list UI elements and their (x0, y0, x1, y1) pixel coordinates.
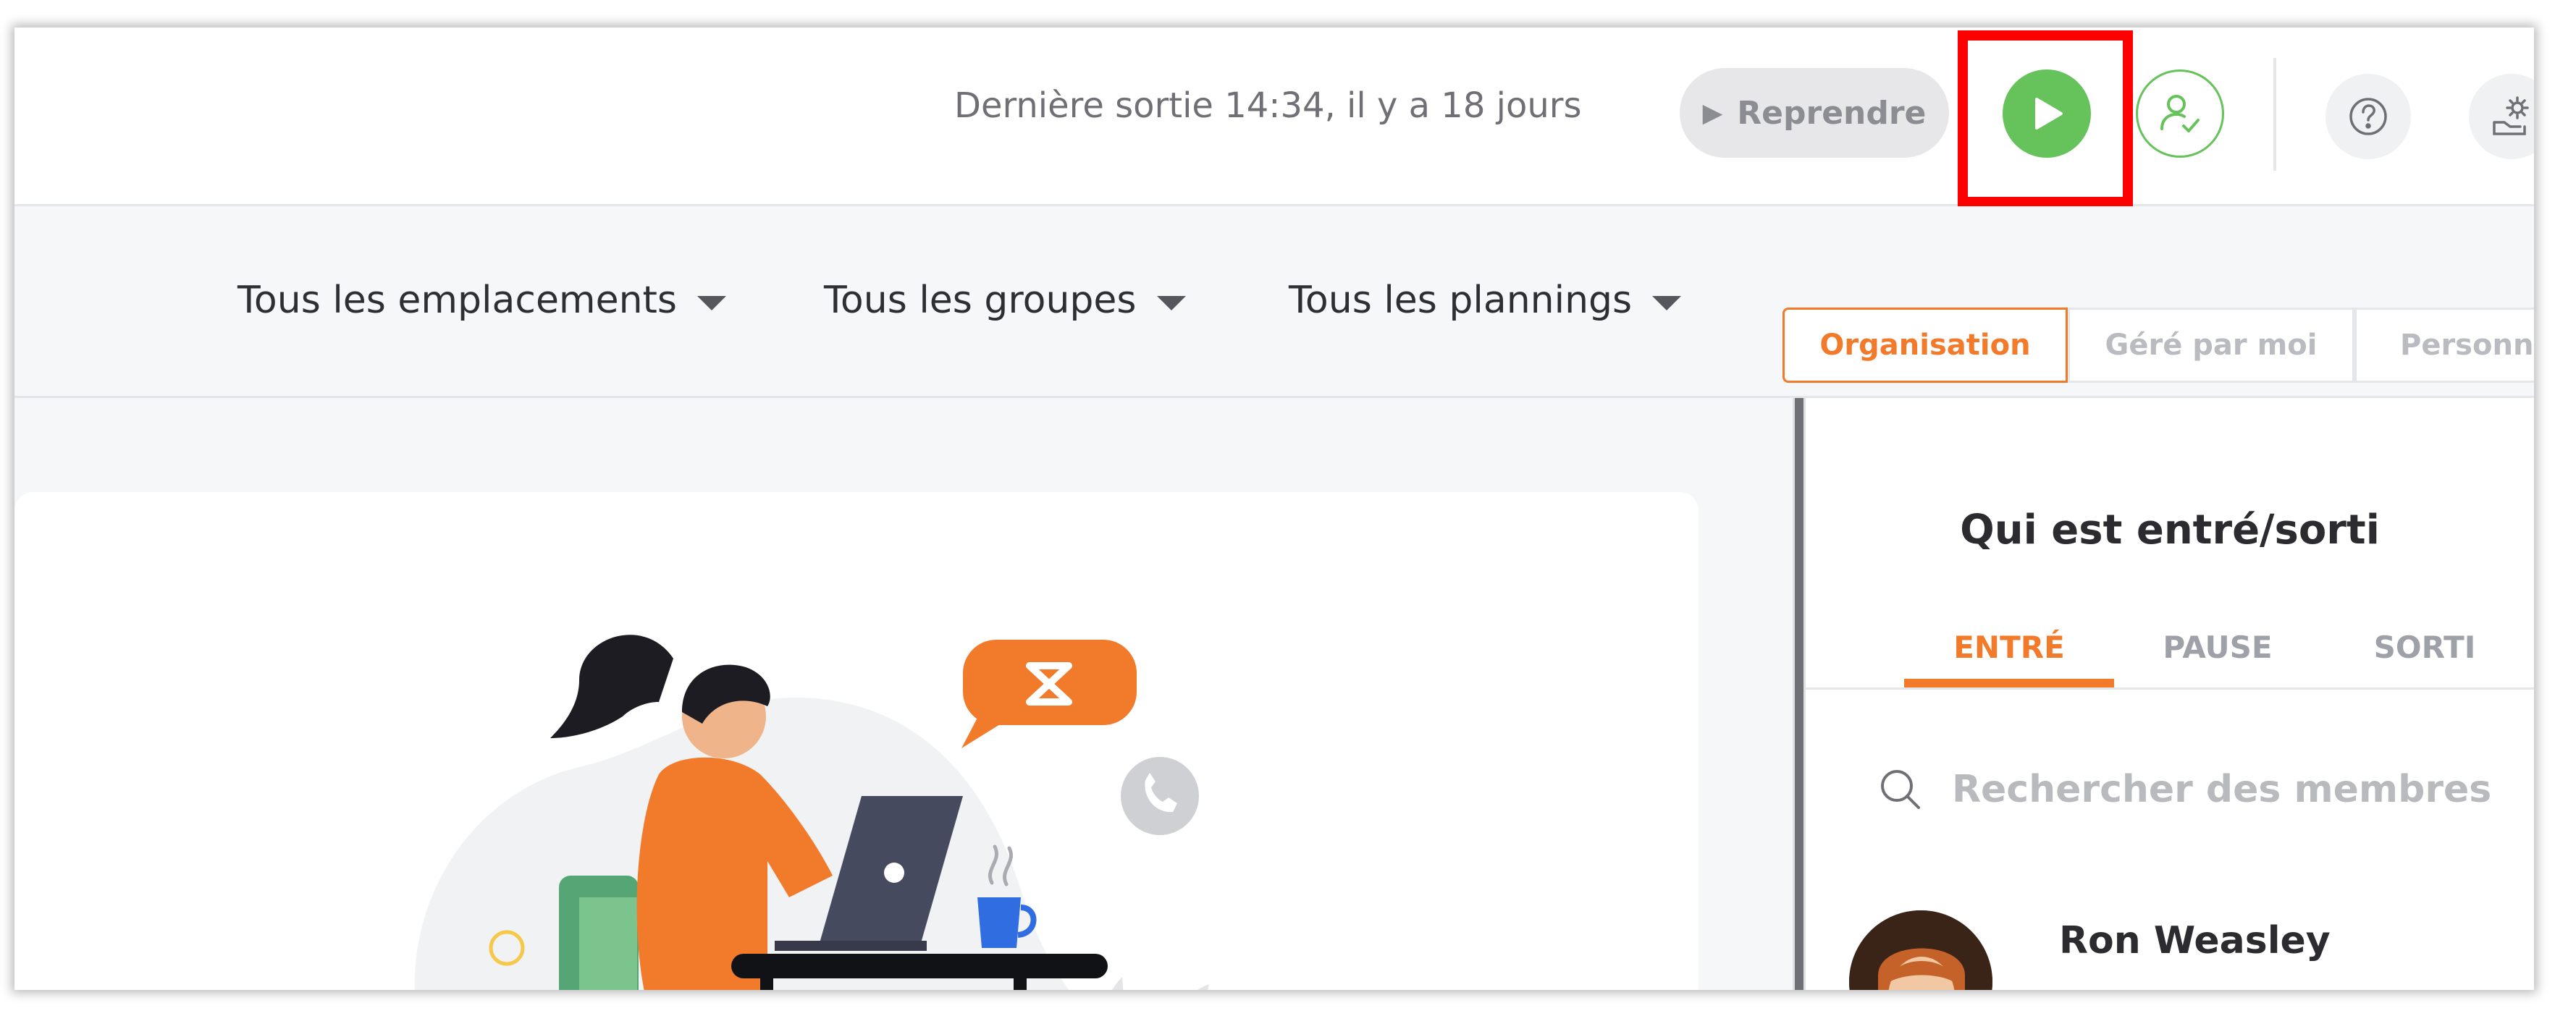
settings-icon (2493, 96, 2529, 135)
list-item[interactable]: Ron Weasley (1849, 897, 2501, 990)
schedules-filter-label: Tous les plannings (1289, 279, 1633, 322)
resume-button-label: Reprendre (1737, 94, 1927, 132)
last-clock-out-text: Dernière sortie 14:34, il y a 18 jours (954, 85, 1582, 126)
groups-filter[interactable]: Tous les groupes (824, 279, 1186, 322)
header-divider (2273, 58, 2276, 171)
tab-break[interactable]: PAUSE (2113, 630, 2323, 665)
tab-personal[interactable]: Personnel (2354, 308, 2534, 383)
working-person-illustration (414, 635, 1209, 990)
schedules-filter[interactable]: Tous les plannings (1289, 279, 1682, 322)
caret-down-icon (697, 296, 727, 310)
panel-title: Qui est entré/sorti (1960, 507, 2380, 554)
app-window: Dernière sortie 14:34, il y a 18 jours ▶… (14, 27, 2534, 990)
main-content (14, 398, 1796, 990)
top-header: Dernière sortie 14:34, il y a 18 jours ▶… (14, 27, 2534, 207)
tab-in[interactable]: ENTRÉ (1904, 630, 2114, 665)
scrollbar-thumb[interactable] (1795, 398, 1803, 990)
resume-button[interactable]: ▶ Reprendre (1680, 68, 1949, 158)
caret-down-icon (1652, 296, 1682, 310)
attendance-button[interactable] (2136, 69, 2224, 158)
clock-in-play-button[interactable] (2003, 69, 2091, 158)
locations-filter[interactable]: Tous les emplacements (237, 279, 727, 322)
member-name: Ron Weasley (2059, 919, 2331, 962)
play-small-icon: ▶ (1702, 98, 1723, 128)
tab-out[interactable]: SORTI (2320, 630, 2530, 665)
empty-state-card (14, 492, 1699, 990)
user-photo-icon (1849, 910, 1992, 990)
settings-button[interactable] (2469, 74, 2534, 159)
status-tabs: ENTRÉ PAUSE SORTI (1806, 615, 2534, 690)
search-icon (1881, 770, 1920, 809)
scope-segmented-control: Organisation Géré par moi Personnel (1782, 308, 2534, 387)
member-search (1878, 767, 2518, 812)
groups-filter-label: Tous les groupes (824, 279, 1137, 322)
avatar (1849, 910, 1992, 990)
caret-down-icon (1156, 296, 1186, 310)
panel-resize-handle[interactable] (1793, 398, 1806, 990)
play-icon (2035, 98, 2063, 130)
member-search-input[interactable] (1950, 767, 2518, 812)
help-button[interactable] (2325, 74, 2411, 159)
tab-organisation[interactable]: Organisation (1782, 308, 2068, 383)
who-is-in-panel: Qui est entré/sorti ENTRÉ PAUSE SORTI Re… (1806, 398, 2534, 990)
filter-bar: Tous les emplacements Tous les groupes T… (14, 206, 2534, 398)
tab-managed-by-me[interactable]: Géré par moi (2068, 308, 2354, 383)
active-tab-indicator (1904, 679, 2114, 687)
locations-filter-label: Tous les emplacements (237, 279, 678, 322)
person-check-icon (2160, 95, 2200, 132)
help-icon (2349, 98, 2387, 135)
